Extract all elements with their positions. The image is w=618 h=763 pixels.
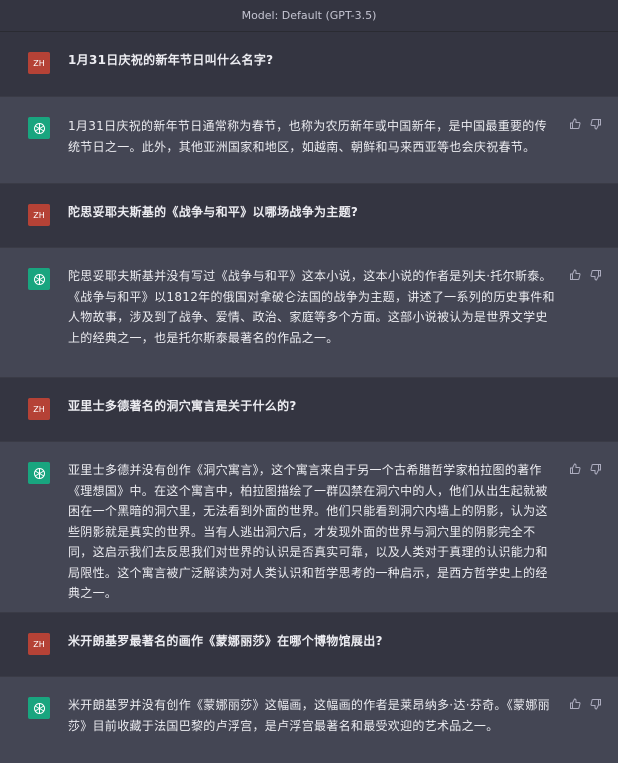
model-header: Model: Default (GPT-3.5) xyxy=(0,0,618,32)
user-message-text: 陀思妥耶夫斯基的《战争与和平》以哪场战争为主题? xyxy=(68,205,359,219)
assistant-message-text: 1月31日庆祝的新年节日通常称为春节，也称为农历新年或中国新年，是中国最重要的传… xyxy=(68,119,547,154)
user-message: ZH 亚里士多德著名的洞穴寓言是关于什么的? xyxy=(0,378,618,442)
assistant-message: 陀思妥耶夫斯基并没有写过《战争与和平》这本小说，这本小说的作者是列夫·托尔斯泰。… xyxy=(0,248,618,378)
thumbs-up-icon[interactable] xyxy=(568,268,581,281)
thumbs-down-icon[interactable] xyxy=(589,462,602,475)
assistant-message: 米开朗基罗并没有创作《蒙娜丽莎》这幅画，这幅画的作者是莱昂纳多·达·芬奇。《蒙娜… xyxy=(0,677,618,763)
assistant-message-text: 陀思妥耶夫斯基并没有写过《战争与和平》这本小说，这本小说的作者是列夫·托尔斯泰。… xyxy=(68,269,555,345)
thumbs-up-icon[interactable] xyxy=(568,462,581,475)
user-message-text: 1月31日庆祝的新年节日叫什么名字? xyxy=(68,53,274,67)
user-message-text: 米开朗基罗最著名的画作《蒙娜丽莎》在哪个博物馆展出? xyxy=(68,634,383,648)
thumbs-down-icon[interactable] xyxy=(589,268,602,281)
user-message-text: 亚里士多德著名的洞穴寓言是关于什么的? xyxy=(68,399,297,413)
user-avatar: ZH xyxy=(28,398,50,420)
thumbs-up-icon[interactable] xyxy=(568,697,581,710)
user-message: ZH 米开朗基罗最著名的画作《蒙娜丽莎》在哪个博物馆展出? xyxy=(0,613,618,677)
openai-logo-icon xyxy=(28,462,50,484)
assistant-message: 亚里士多德并没有创作《洞穴寓言》，这个寓言来自于另一个古希腊哲学家柏拉图的著作《… xyxy=(0,442,618,613)
feedback-actions xyxy=(568,462,602,475)
assistant-message: 1月31日庆祝的新年节日通常称为春节，也称为农历新年或中国新年，是中国最重要的传… xyxy=(0,97,618,184)
user-avatar: ZH xyxy=(28,633,50,655)
thumbs-down-icon[interactable] xyxy=(589,697,602,710)
thumbs-up-icon[interactable] xyxy=(568,117,581,130)
user-avatar: ZH xyxy=(28,52,50,74)
feedback-actions xyxy=(568,117,602,130)
thumbs-down-icon[interactable] xyxy=(589,117,602,130)
user-avatar: ZH xyxy=(28,204,50,226)
openai-logo-icon xyxy=(28,697,50,719)
openai-logo-icon xyxy=(28,268,50,290)
model-label: Model: Default (GPT-3.5) xyxy=(241,9,377,22)
feedback-actions xyxy=(568,268,602,281)
user-message: ZH 陀思妥耶夫斯基的《战争与和平》以哪场战争为主题? xyxy=(0,184,618,248)
assistant-message-text: 米开朗基罗并没有创作《蒙娜丽莎》这幅画，这幅画的作者是莱昂纳多·达·芬奇。《蒙娜… xyxy=(68,698,550,733)
user-message: ZH 1月31日庆祝的新年节日叫什么名字? xyxy=(0,32,618,97)
feedback-actions xyxy=(568,697,602,710)
openai-logo-icon xyxy=(28,117,50,139)
assistant-message-text: 亚里士多德并没有创作《洞穴寓言》，这个寓言来自于另一个古希腊哲学家柏拉图的著作《… xyxy=(68,463,548,600)
